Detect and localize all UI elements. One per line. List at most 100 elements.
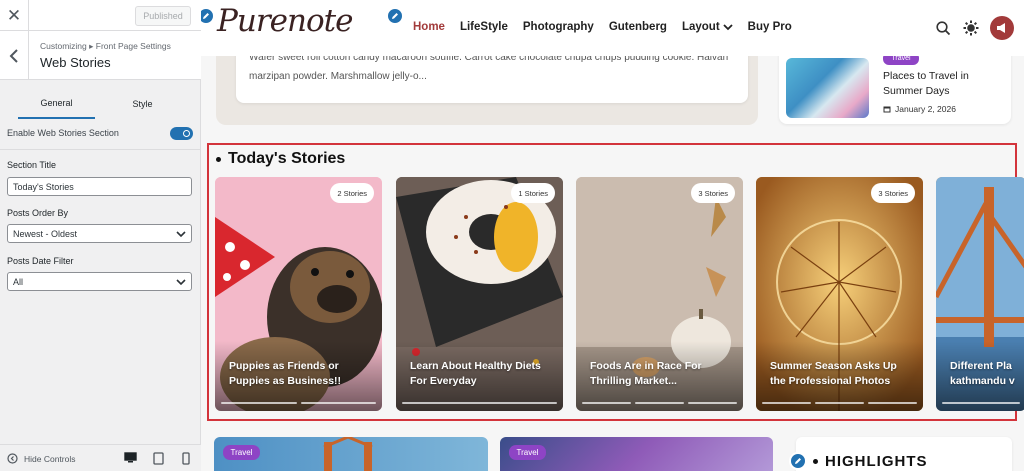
pencil-icon [203,13,209,19]
heading-bullet [813,459,818,464]
chevron-down-icon [723,24,733,31]
tablet-preview-button[interactable] [151,451,165,465]
post-date: January 2, 2026 [883,104,956,114]
highlights-widget: HIGHLIGHTS [796,437,1012,471]
enable-web-stories-label: Enable Web Stories Section [7,128,119,138]
section-title: Web Stories [40,55,111,70]
post-title[interactable]: Places to Travel in Summer Days [883,69,1003,99]
chevron-down-icon [176,279,186,286]
menu-item-home[interactable]: Home [413,21,445,33]
chevron-left-icon [9,48,18,63]
hide-controls-label: Hide Controls [24,453,76,464]
heading-bullet [216,156,221,162]
collapse-icon [7,453,18,464]
menu-item-gutenberg[interactable]: Gutenberg [609,21,667,33]
divider [0,149,200,150]
mobile-preview-button[interactable] [179,451,193,465]
site-preview: Wafer sweet roll cotton candy macaroon s… [201,0,1024,471]
menu-item-layout[interactable]: Layout [682,21,733,33]
story-count-badge: 3 Stories [871,183,915,203]
story-caption: Foods Are in Race For Thrilling Market..… [590,360,702,387]
customizer-sidebar: ✕ Published Customizing ▸ Front Page Set… [0,0,201,471]
breadcrumb: Customizing ▸ Front Page Settings [40,41,171,51]
tab-bar: General Style [0,89,201,119]
posts-date-filter-label: Posts Date Filter [7,256,74,266]
story-card[interactable]: Different Pla kathmandu v [936,177,1024,411]
story-card[interactable]: 3 Stories Summer Season Asks Up the Prof… [756,177,923,411]
post-card[interactable]: Travel [214,437,488,471]
story-card[interactable]: 2 Stories Puppies as Friends or Puppies … [215,177,382,411]
desktop-preview-button[interactable] [123,451,137,465]
post-date-text: January 2, 2026 [895,104,956,114]
close-icon: ✕ [6,5,22,25]
story-card[interactable]: 1 Stories Learn About Healthy Diets For … [396,177,563,411]
story-progress [942,402,1020,404]
highlights-heading-text: HIGHLIGHTS [825,453,928,470]
section-header: Customizing ▸ Front Page Settings Web St… [0,31,201,80]
back-button[interactable] [0,31,29,80]
post-thumbnail [786,58,869,118]
story-count-badge: 1 Stories [511,183,555,203]
story-count-badge: 3 Stories [691,183,735,203]
pencil-icon [392,13,398,19]
megaphone-icon [997,23,1005,33]
published-button[interactable]: Published [135,6,191,26]
header-actions [934,16,1014,40]
story-card[interactable]: 3 Stories Foods Are in Race For Thrillin… [576,177,743,411]
posts-date-filter-select[interactable]: All [7,272,192,291]
calendar-icon [883,106,891,113]
story-caption: Different Pla kathmandu v [950,360,1015,387]
highlights-heading: HIGHLIGHTS [813,453,928,470]
story-caption: Summer Season Asks Up the Professional P… [770,360,897,387]
section-title-input[interactable]: Today's Stories [7,177,192,196]
post-card[interactable]: Travel [500,437,773,471]
site-logo[interactable]: Purenote [217,3,353,39]
menu-item-lifestyle[interactable]: LifeStyle [460,21,508,33]
theme-toggle-button[interactable] [962,19,980,37]
tablet-icon [152,451,164,465]
tab-general[interactable]: General [18,89,95,119]
primary-menu: Home LifeStyle Photography Gutenberg Lay… [413,21,807,33]
category-badge[interactable]: Travel [509,445,546,460]
search-button[interactable] [934,19,952,37]
menu-item-buy-pro[interactable]: Buy Pro [748,21,792,33]
desktop-icon [123,452,137,463]
customizer-screen: ✕ Published Customizing ▸ Front Page Set… [0,0,1024,471]
tab-style[interactable]: Style [104,89,181,119]
customizer-topbar: ✕ Published [0,0,201,31]
posts-date-filter-value: All [13,276,24,287]
pencil-icon [795,458,801,464]
web-stories-section: Today's Stories 2 Stories Puppies as Fri… [207,143,1024,421]
close-customizer-button[interactable]: ✕ [0,0,29,31]
story-progress [402,402,557,404]
hide-controls-button[interactable]: Hide Controls [7,453,76,464]
enable-web-stories-row: Enable Web Stories Section [7,127,193,141]
device-switcher [123,451,193,465]
story-progress [762,402,917,404]
site-header: Purenote Home LifeStyle Photography Gute… [201,0,1024,56]
sun-icon [963,20,979,36]
edit-shortcut-logo[interactable] [201,7,215,25]
enable-web-stories-toggle[interactable] [170,127,193,140]
chevron-down-icon [176,231,186,238]
mobile-icon [182,451,190,465]
menu-item-photography[interactable]: Photography [523,21,594,33]
edit-shortcut-highlights[interactable] [789,452,807,470]
customizer-footer: Hide Controls [0,444,201,471]
story-count-badge: 2 Stories [330,183,374,203]
posts-order-value: Newest - Oldest [13,228,78,239]
story-caption: Puppies as Friends or Puppies as Busines… [229,360,342,387]
category-badge[interactable]: Travel [223,445,260,460]
posts-order-select[interactable]: Newest - Oldest [7,224,192,243]
edit-shortcut-menu[interactable] [386,7,404,25]
story-progress [221,402,376,404]
stories-heading: Today's Stories [216,150,345,168]
search-icon [935,20,950,35]
subscribe-button[interactable] [990,16,1014,40]
menu-item-layout-label: Layout [681,21,720,33]
story-caption: Learn About Healthy Diets For Everyday [410,360,541,387]
posts-order-label: Posts Order By [7,208,69,218]
story-progress [582,402,737,404]
stories-heading-text: Today's Stories [228,150,346,167]
section-title-label: Section Title [7,160,57,170]
